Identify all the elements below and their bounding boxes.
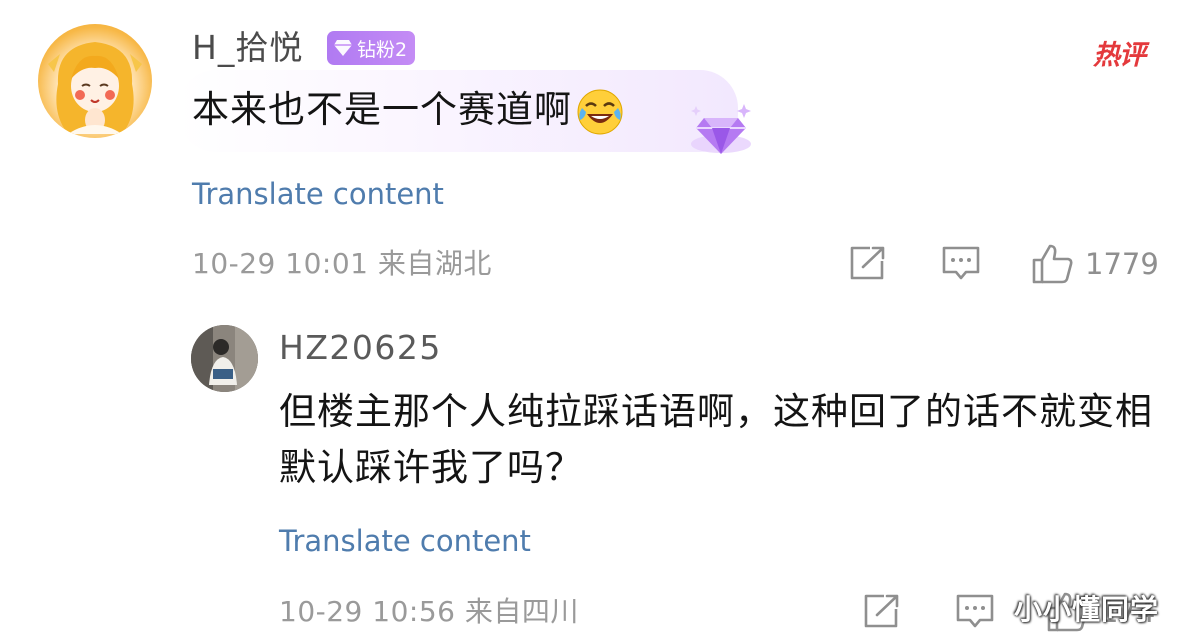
reply-comment-button[interactable] xyxy=(955,593,995,631)
comment-thread: H_拾悦 钻粉2 热评 本来也不是一个赛道啊 Translate content… xyxy=(0,0,1200,643)
share-button[interactable] xyxy=(848,245,886,281)
fan-level-badge[interactable]: 钻粉2 xyxy=(327,31,416,65)
diamond-icon xyxy=(333,39,353,57)
badge-label: 钻粉2 xyxy=(357,38,408,61)
reply-username[interactable]: HZ20625 xyxy=(279,326,442,370)
reply-timestamp: 10-29 10:56 来自四川 xyxy=(279,595,579,628)
reply-share-button[interactable] xyxy=(862,593,900,629)
like-button[interactable]: 1779 xyxy=(1031,243,1159,285)
comment-body: 本来也不是一个赛道啊 xyxy=(192,88,572,131)
share-icon xyxy=(848,245,886,281)
translate-link[interactable]: Translate content xyxy=(192,174,444,214)
diamond-decoration-icon xyxy=(686,98,756,160)
laughing-emoji-icon xyxy=(576,88,624,136)
username[interactable]: H_拾悦 xyxy=(192,26,303,70)
reply-text[interactable]: 但楼主那个人纯拉踩话语啊，这种回了的话不就变相默认踩许我了吗？ xyxy=(279,384,1159,496)
reply-translate-link[interactable]: Translate content xyxy=(279,521,531,561)
comment-text[interactable]: 本来也不是一个赛道啊 xyxy=(192,85,624,136)
comment-icon xyxy=(955,593,995,631)
like-count: 1779 xyxy=(1085,247,1159,281)
comment-timestamp: 10-29 10:01 来自湖北 xyxy=(192,247,492,280)
watermark: 小小懂同学 xyxy=(1014,593,1160,626)
comment-icon xyxy=(941,245,981,283)
hot-comment-tag: 热评 xyxy=(1093,40,1146,71)
like-icon xyxy=(1031,243,1075,285)
reply-button[interactable] xyxy=(941,245,981,283)
avatar[interactable] xyxy=(38,24,152,138)
share-icon xyxy=(862,593,900,629)
reply-avatar[interactable] xyxy=(191,325,258,392)
